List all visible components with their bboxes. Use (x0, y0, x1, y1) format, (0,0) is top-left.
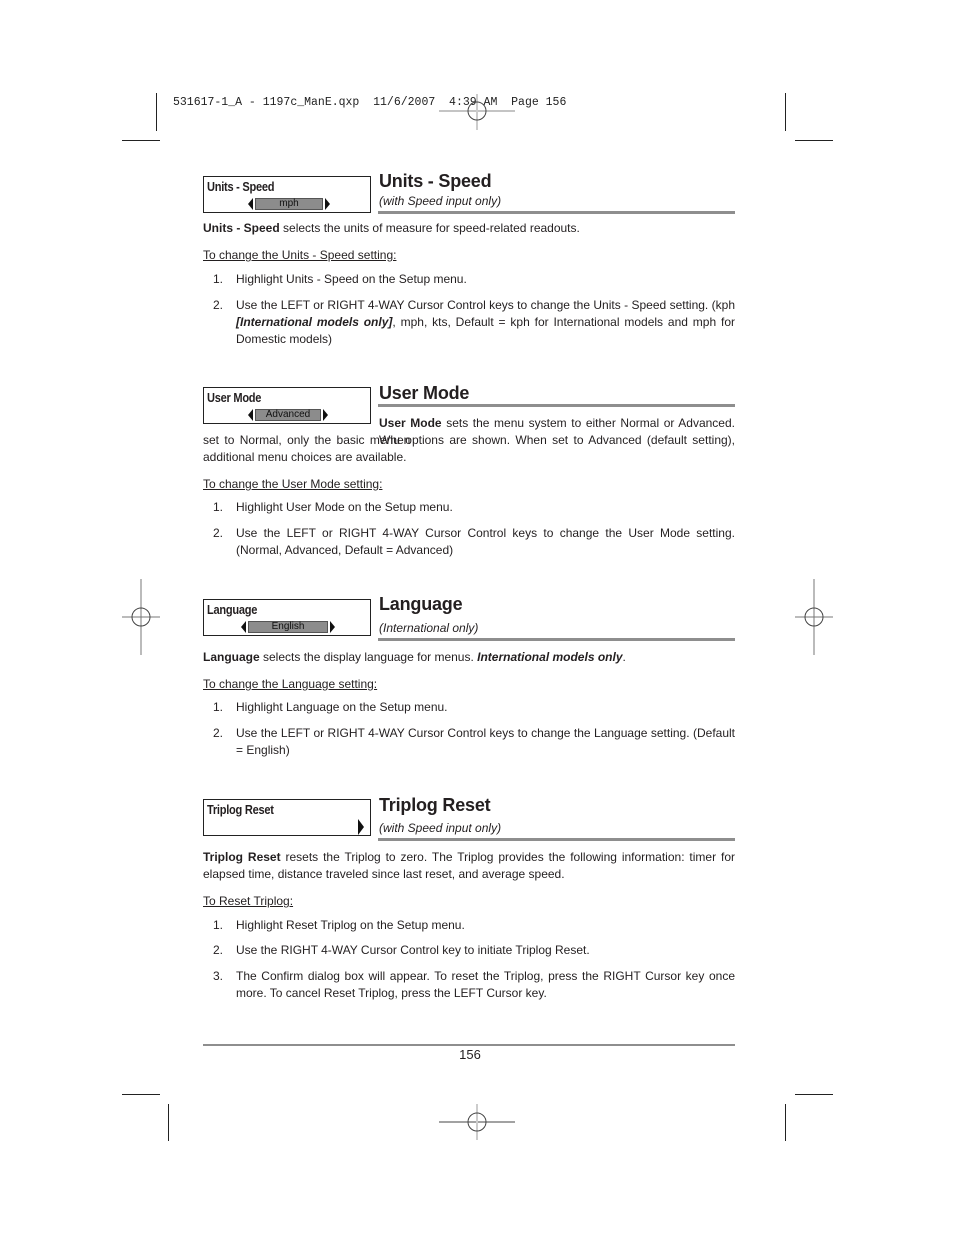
triangle-right-icon (330, 621, 335, 633)
crop-mark (122, 1094, 160, 1095)
section-subtitle: (with Speed input only) (379, 821, 502, 835)
page-number: 156 (459, 1047, 481, 1062)
section-title: Language (379, 594, 463, 614)
heading-rule (378, 211, 735, 214)
triangle-left-icon (241, 621, 246, 633)
menu-language: Language English (203, 599, 371, 636)
term: User Mode (379, 416, 442, 430)
term: Language (203, 650, 260, 664)
term: Units - Speed (203, 221, 280, 235)
list-item: 2. Use the LEFT or RIGHT 4-WAY Cursor Co… (213, 726, 735, 757)
list-item: 3. The Confirm dialog box will appear. T… (213, 969, 735, 1000)
registration-mark-icon (439, 1104, 515, 1140)
value-selector: Advanced (248, 409, 328, 421)
section-title: Units - Speed (379, 171, 492, 191)
registration-mark-icon (122, 579, 160, 655)
list-item: 2. Use the LEFT or RIGHT 4-WAY Cursor Co… (213, 526, 735, 557)
crop-mark (795, 1094, 833, 1095)
procedure-heading: To Reset Triplog: (203, 894, 294, 908)
heading-rule (378, 838, 735, 841)
section-description: Triplog Reset resets the Triplog to zero… (203, 850, 736, 881)
triangle-left-icon (248, 198, 253, 210)
procedure-heading: To change the Units - Speed setting: (203, 248, 397, 262)
crop-mark (156, 93, 157, 131)
triangle-right-icon (358, 819, 364, 835)
term: Triplog Reset (203, 850, 281, 864)
triangle-right-icon (323, 409, 328, 421)
section-subtitle: (with Speed input only) (379, 194, 502, 208)
menu-units-speed: Units - Speed mph (203, 176, 371, 213)
crop-mark (168, 1104, 169, 1141)
menu-triplog-reset: Triplog Reset (203, 799, 371, 836)
menu-label: Language (207, 602, 258, 617)
menu-label: Triplog Reset (207, 802, 274, 817)
procedure-heading: To change the User Mode setting: (203, 477, 383, 491)
list-item: 2. Use the LEFT or RIGHT 4-WAY Cursor Co… (213, 298, 735, 346)
list-item: 2. Use the RIGHT 4-WAY Cursor Control ke… (213, 943, 590, 957)
menu-value: Advanced (255, 409, 321, 421)
section-description: Language selects the display language fo… (203, 650, 626, 664)
footer-rule (203, 1044, 735, 1046)
crop-mark (785, 93, 786, 131)
section-subtitle: (International only) (379, 621, 479, 635)
triangle-left-icon (248, 409, 253, 421)
procedure-heading: To change the Language setting: (203, 677, 378, 691)
menu-value: mph (255, 198, 323, 210)
heading-rule (378, 638, 735, 641)
menu-value: English (248, 621, 328, 633)
crop-mark (785, 1104, 786, 1141)
list-item: 1. Highlight Language on the Setup menu. (213, 700, 448, 714)
section-title: User Mode (379, 383, 470, 403)
menu-label: Units - Speed (207, 179, 275, 194)
crop-mark (122, 140, 160, 141)
value-selector: mph (248, 198, 330, 210)
section-description: Units - Speed selects the units of measu… (203, 221, 580, 235)
list-item: 1. Highlight Reset Triplog on the Setup … (213, 918, 465, 932)
crop-mark (795, 140, 833, 141)
triangle-right-icon (325, 198, 330, 210)
heading-rule (378, 404, 735, 407)
menu-label: User Mode (207, 390, 262, 405)
menu-user-mode: User Mode Advanced (203, 387, 371, 424)
list-item: 1. Highlight Units - Speed on the Setup … (213, 272, 467, 286)
section-title: Triplog Reset (379, 795, 491, 815)
value-selector: English (241, 621, 335, 633)
registration-mark-icon (795, 579, 833, 655)
registration-mark-icon (439, 94, 515, 130)
section-description-cont: set to Normal, only the basic menu optio… (203, 433, 735, 464)
list-item: 1. Highlight User Mode on the Setup menu… (213, 500, 453, 514)
